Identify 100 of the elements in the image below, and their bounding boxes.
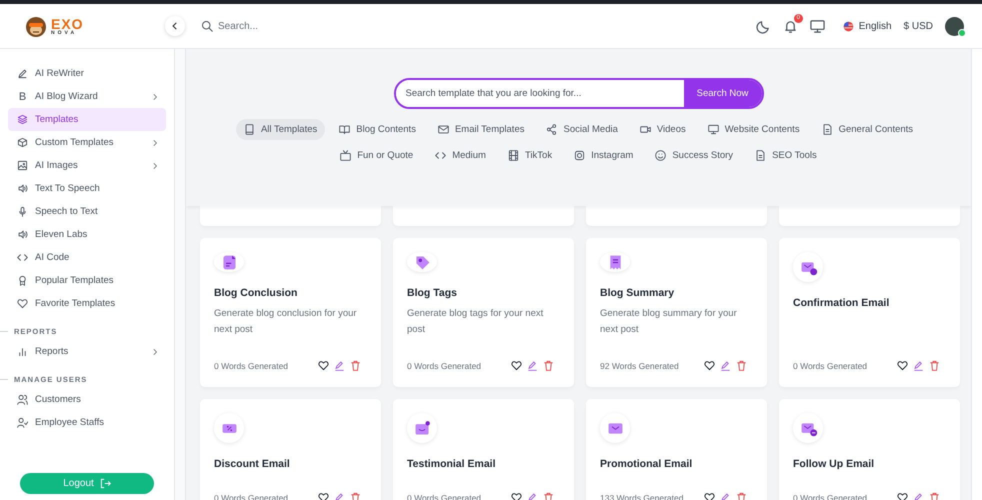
sidebar-item[interactable]: B AI Blog Wizard	[8, 85, 166, 108]
cube-icon	[17, 137, 28, 148]
image-icon	[17, 160, 28, 171]
share-icon	[546, 124, 558, 135]
sidebar-item[interactable]: Favorite Templates	[8, 292, 166, 315]
edit-icon[interactable]	[334, 492, 345, 500]
category-filter[interactable]: All Templates	[236, 119, 326, 140]
category-filter[interactable]: Blog Contents	[331, 119, 424, 140]
camera-icon	[574, 150, 586, 161]
edit-icon[interactable]	[720, 360, 731, 371]
category-filter[interactable]: General Contents	[814, 119, 922, 140]
bell-icon[interactable]	[782, 18, 798, 34]
card-title: Promotional Email	[600, 458, 694, 470]
heart-icon[interactable]	[318, 360, 329, 371]
delete-icon[interactable]	[929, 360, 940, 371]
words-generated-count: 0 Words Generated	[407, 360, 482, 370]
category-filter[interactable]: TikTok	[500, 145, 560, 166]
template-card[interactable]: Confirmation Email 0 Words Generated	[779, 238, 960, 387]
user-check-icon	[17, 417, 28, 428]
sidebar-item[interactable]: Reports	[8, 340, 166, 363]
pen-icon	[17, 68, 28, 79]
delete-icon[interactable]	[736, 360, 747, 371]
language-selector[interactable]: English	[842, 20, 892, 32]
template-card[interactable]: Blog Conclusion Generate blog conclusion for your next post 0 Words Generated	[200, 238, 381, 387]
heart-icon[interactable]	[897, 492, 908, 500]
mail-star-icon	[412, 418, 432, 438]
heart-icon[interactable]	[704, 360, 715, 371]
user-avatar[interactable]	[945, 16, 964, 36]
card-title: Blog Summary	[600, 287, 676, 299]
users-icon	[17, 394, 28, 405]
tablet-icon	[244, 124, 255, 135]
card-title: Follow Up Email	[793, 458, 876, 470]
delete-icon[interactable]	[543, 360, 554, 371]
card-description: Generate blog tags for your next post	[407, 307, 544, 337]
collapse-sidebar-button[interactable]	[165, 16, 185, 36]
delete-icon[interactable]	[543, 492, 554, 500]
sidebar-item[interactable]: Text To Speech	[8, 177, 166, 200]
tv-icon	[340, 150, 352, 161]
template-card[interactable]: Blog Summary Generate blog summary for your next post 92 Words Generated	[586, 238, 767, 387]
book-icon	[339, 124, 350, 135]
words-generated-count: 0 Words Generated	[793, 360, 868, 370]
category-filter[interactable]: Videos	[632, 119, 694, 140]
category-filter[interactable]: Medium	[427, 145, 494, 166]
template-card[interactable]: Blog Tags Generate blog tags for your next post 0 Words Generated	[393, 238, 574, 387]
flag-icon	[842, 20, 854, 32]
heart-icon[interactable]	[511, 492, 522, 500]
monitor-icon[interactable]	[810, 18, 825, 34]
delete-icon[interactable]	[929, 492, 940, 500]
sidebar-item[interactable]: Custom Templates	[8, 131, 166, 154]
smiley-icon	[655, 150, 666, 161]
sidebar-item[interactable]: Templates	[8, 108, 166, 131]
search-now-button[interactable]: Search Now	[684, 80, 762, 107]
category-filter[interactable]: Website Contents	[700, 119, 808, 140]
layers-icon	[17, 114, 28, 125]
category-filter[interactable]: Social Media	[538, 119, 626, 140]
category-filter[interactable]: Success Story	[647, 145, 742, 166]
heart-icon[interactable]	[318, 492, 329, 500]
document-icon	[755, 150, 766, 161]
heart-icon[interactable]	[704, 492, 715, 500]
heart-icon[interactable]	[897, 360, 908, 371]
category-filter[interactable]: Instagram	[566, 145, 642, 166]
search-icon	[201, 20, 213, 32]
chart-icon	[17, 346, 28, 357]
award-icon	[17, 275, 28, 286]
sidebar-item[interactable]: Eleven Labs	[8, 223, 166, 246]
sidebar-item[interactable]: Employee Staffs	[8, 411, 166, 434]
card-description: Generate blog summary for your next post	[600, 307, 738, 337]
heart-icon[interactable]	[511, 360, 522, 371]
sidebar-item[interactable]: AI Images	[8, 154, 166, 177]
film-icon	[508, 150, 519, 161]
sidebar-item[interactable]: AI Code	[8, 246, 166, 269]
edit-icon[interactable]	[334, 360, 345, 371]
mail-icon	[438, 124, 449, 135]
sidebar-item[interactable]: Customers	[8, 388, 166, 411]
words-generated-count: 92 Words Generated	[600, 360, 679, 370]
document-icon	[822, 124, 833, 135]
category-filter[interactable]: Fun or Quote	[332, 145, 422, 166]
code-icon	[17, 252, 28, 263]
card-title: Blog Tags	[407, 287, 458, 299]
delete-icon[interactable]	[350, 360, 361, 371]
edit-icon[interactable]	[720, 492, 731, 500]
template-search-field[interactable]: Search template that you are looking for... Search Now	[394, 78, 764, 109]
moon-icon[interactable]	[756, 18, 771, 34]
edit-icon[interactable]	[527, 360, 538, 371]
sidebar-item[interactable]: Popular Templates	[8, 269, 166, 292]
code-icon	[435, 150, 446, 161]
speaker-icon	[17, 183, 28, 194]
delete-icon[interactable]	[736, 492, 747, 500]
delete-icon[interactable]	[350, 492, 361, 500]
edit-icon[interactable]	[527, 492, 538, 500]
sidebar-item[interactable]: AI ReWriter	[8, 62, 166, 85]
card-title: Testimonial Email	[407, 458, 496, 470]
speaker-icon	[17, 229, 28, 240]
edit-icon[interactable]	[913, 492, 924, 500]
currency-selector[interactable]: $ USD	[904, 20, 933, 32]
sidebar-item[interactable]: Speech to Text	[8, 200, 166, 223]
monkey-logo-icon	[24, 14, 48, 38]
category-filter[interactable]: Email Templates	[430, 119, 532, 140]
category-filter[interactable]: SEO Tools	[747, 145, 825, 166]
edit-icon[interactable]	[913, 360, 924, 371]
